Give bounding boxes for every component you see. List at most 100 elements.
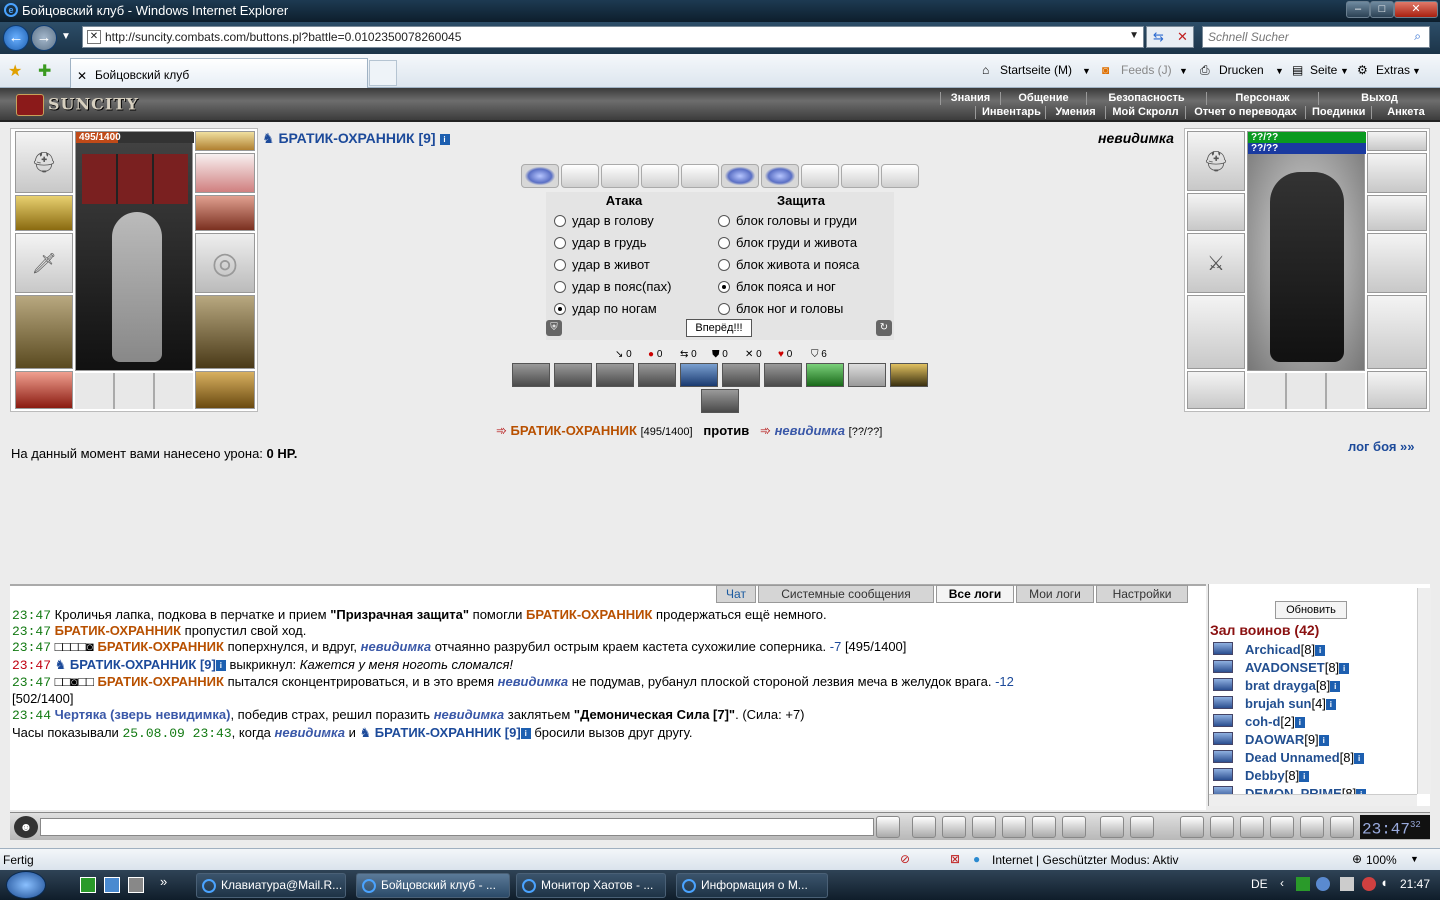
enemy-armor-slot[interactable] bbox=[1187, 295, 1245, 369]
user-info-icon[interactable]: i bbox=[1339, 663, 1350, 674]
attack-option[interactable]: удар в живот bbox=[546, 254, 706, 276]
skill-8[interactable] bbox=[806, 363, 844, 387]
tray-expand-icon[interactable]: ‹ bbox=[1280, 876, 1284, 890]
defense-radio[interactable] bbox=[718, 259, 730, 271]
attack-option[interactable]: удар по ногам bbox=[546, 298, 706, 320]
volume-icon[interactable]: ◖ bbox=[1380, 875, 1388, 890]
scroll-slot-9[interactable] bbox=[841, 164, 879, 188]
menu-exit[interactable]: Выход bbox=[1318, 92, 1440, 105]
player-info-icon[interactable]: i bbox=[439, 134, 450, 145]
menu-security[interactable]: Безопасность bbox=[1086, 92, 1206, 105]
menu-inventory[interactable]: Инвентарь bbox=[975, 106, 1045, 119]
enemy-earrings-slot[interactable] bbox=[1367, 131, 1427, 151]
scroll-slot-5[interactable] bbox=[681, 164, 719, 188]
tab-chat[interactable]: Чат bbox=[716, 585, 756, 603]
page-button[interactable]: Seite bbox=[1310, 63, 1337, 77]
user-name[interactable]: Dead Unnamed bbox=[1245, 750, 1340, 765]
extras-gear-icon[interactable]: ⚙ bbox=[1357, 63, 1368, 77]
bracers-slot[interactable] bbox=[15, 195, 73, 231]
filter-icon[interactable] bbox=[942, 816, 966, 838]
room-hscrollbar[interactable] bbox=[1209, 794, 1417, 806]
user-info-icon[interactable]: i bbox=[1294, 717, 1305, 728]
task-chaos-monitor[interactable]: Монитор Хаотов - ... bbox=[516, 873, 666, 898]
shield-slot[interactable]: ◎ bbox=[195, 233, 255, 293]
info-icon[interactable]: i bbox=[215, 660, 226, 671]
menu-profile[interactable]: Анкета bbox=[1371, 106, 1440, 119]
stop-icon[interactable]: ✕ bbox=[1177, 29, 1188, 45]
skill-2[interactable] bbox=[554, 363, 592, 387]
skill-10[interactable] bbox=[890, 363, 928, 387]
battle-log-link[interactable]: лог боя »» bbox=[1348, 439, 1415, 454]
start-button[interactable] bbox=[6, 871, 46, 899]
scroll-slot-8[interactable] bbox=[801, 164, 839, 188]
address-bar[interactable]: ✕ http://suncity.combats.com/buttons.pl?… bbox=[82, 26, 1144, 48]
menu-communication[interactable]: Общение bbox=[1000, 92, 1086, 105]
user-name[interactable]: AVADONSET bbox=[1245, 660, 1325, 675]
tab-settings[interactable]: Настройки bbox=[1096, 585, 1188, 603]
user-name[interactable]: coh-d bbox=[1245, 714, 1280, 729]
scroll-slot-6[interactable] bbox=[721, 164, 759, 188]
feeds-button[interactable]: Feeds (J) bbox=[1121, 63, 1172, 77]
home-icon[interactable]: ⌂ bbox=[982, 63, 989, 77]
defense-option[interactable]: блок головы и груди bbox=[710, 210, 894, 232]
pants-slot[interactable] bbox=[195, 295, 255, 369]
attack-option[interactable]: удар в грудь bbox=[546, 232, 706, 254]
gloves-slot[interactable] bbox=[195, 195, 255, 231]
user-action-icon[interactable] bbox=[1213, 660, 1233, 673]
refresh-battle-icon[interactable]: ↻ bbox=[876, 320, 892, 336]
versus-player[interactable]: БРАТИК-ОХРАННИК bbox=[511, 423, 637, 438]
refresh-room-button[interactable]: Обновить bbox=[1275, 601, 1347, 619]
user-info-icon[interactable]: i bbox=[1315, 645, 1326, 656]
extra-slots[interactable] bbox=[75, 373, 193, 409]
zoom-level[interactable]: 100% bbox=[1366, 853, 1397, 867]
user-action-icon[interactable] bbox=[1213, 642, 1233, 655]
feeds-icon[interactable]: ◙ bbox=[1102, 63, 1109, 77]
friends-icon[interactable] bbox=[1240, 816, 1264, 838]
zoom-icon[interactable]: ⊕ bbox=[1352, 852, 1362, 866]
search-icon[interactable]: ⌕ bbox=[1414, 29, 1421, 44]
room-user[interactable]: brat drayga[8] i bbox=[1213, 678, 1341, 693]
home-dropdown-icon[interactable]: ▼ bbox=[1082, 66, 1091, 76]
new-tab-button[interactable] bbox=[369, 60, 397, 86]
user-info-icon[interactable]: i bbox=[1325, 699, 1336, 710]
defense-radio[interactable] bbox=[718, 303, 730, 315]
earrings-slot[interactable] bbox=[195, 131, 255, 151]
attack-option[interactable]: удар в голову bbox=[546, 210, 706, 232]
tray-icon-1[interactable] bbox=[1296, 877, 1310, 891]
chat-input[interactable] bbox=[40, 818, 874, 836]
print-button[interactable]: Drucken bbox=[1219, 63, 1264, 77]
clan-chat-icon[interactable] bbox=[1270, 816, 1294, 838]
feeds-dropdown-icon[interactable]: ▼ bbox=[1179, 66, 1188, 76]
attack-radio[interactable] bbox=[554, 281, 566, 293]
skill-7[interactable] bbox=[764, 363, 802, 387]
exit-chat-icon[interactable] bbox=[1330, 816, 1354, 838]
popup-blocker-icon[interactable]: ⊘ bbox=[900, 852, 910, 866]
chat-user-icon[interactable]: ☻ bbox=[14, 816, 38, 838]
player-name[interactable]: БРАТИК-ОХРАННИК [9] bbox=[278, 130, 435, 146]
extras-dropdown-icon[interactable]: ▼ bbox=[1412, 66, 1421, 76]
rune-slots[interactable] bbox=[82, 154, 188, 204]
attack-radio[interactable] bbox=[554, 259, 566, 271]
quicklaunch-more-icon[interactable]: » bbox=[160, 874, 167, 889]
defense-option[interactable]: блок ног и головы bbox=[710, 298, 894, 320]
room-user[interactable]: Dead Unnamed[8] i bbox=[1213, 750, 1365, 765]
attack-radio[interactable] bbox=[554, 215, 566, 227]
fighter-icon[interactable] bbox=[1002, 816, 1026, 838]
tab-active[interactable]: ✕ Бойцовский клуб bbox=[70, 58, 368, 88]
boots-slot[interactable] bbox=[195, 371, 255, 409]
enemy-shield-slot[interactable] bbox=[1367, 233, 1427, 293]
player-name-header[interactable]: ♞ БРАТИК-ОХРАННИК [9] i bbox=[262, 130, 450, 147]
home-button[interactable]: Startseite (M) bbox=[1000, 63, 1072, 77]
belt-slot[interactable] bbox=[15, 371, 73, 409]
scroll-slot-3[interactable] bbox=[601, 164, 639, 188]
info-icon[interactable]: i bbox=[520, 728, 531, 739]
enemy-boots-slot[interactable] bbox=[1367, 371, 1427, 409]
user-info-icon[interactable]: i bbox=[1299, 771, 1310, 782]
spells-icon[interactable] bbox=[1062, 816, 1086, 838]
scroll-slot-10[interactable] bbox=[881, 164, 919, 188]
room-user[interactable]: brujah sun[4] i bbox=[1213, 696, 1336, 711]
system-clock[interactable]: 21:47 bbox=[1400, 877, 1430, 891]
armor-slot[interactable] bbox=[15, 295, 73, 369]
room-user[interactable]: Archicad[8] i bbox=[1213, 642, 1326, 657]
maximize-button[interactable]: □ bbox=[1370, 1, 1394, 18]
